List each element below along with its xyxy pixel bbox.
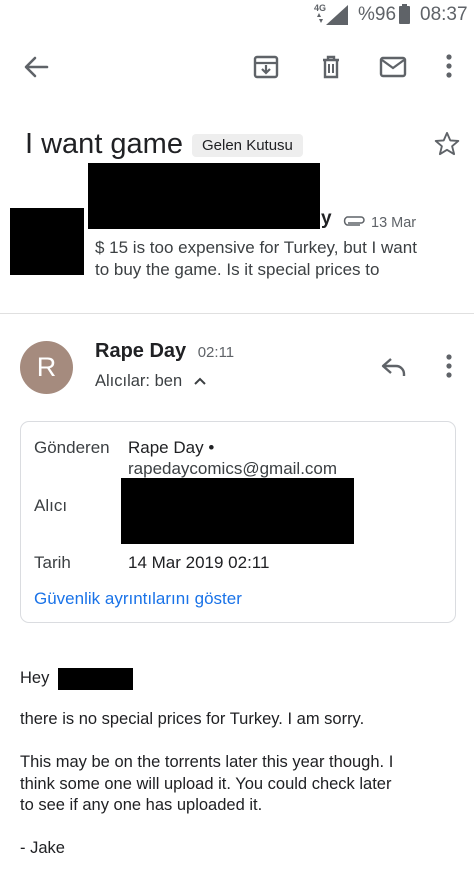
from-email[interactable]: rapedaycomics@gmail.com xyxy=(128,459,337,479)
date-value: 14 Mar 2019 02:11 xyxy=(128,553,270,572)
email-subject: I want game xyxy=(25,128,183,160)
body-paragraph-2-line-2: think some one will upload it. You could… xyxy=(20,774,392,793)
trash-icon[interactable] xyxy=(317,53,345,81)
security-details-link[interactable]: Güvenlik ayrıntılarını göster xyxy=(34,589,242,609)
redacted-avatar xyxy=(10,208,84,275)
battery-icon xyxy=(399,4,410,24)
back-arrow-icon[interactable] xyxy=(22,53,50,81)
redacted-sender-name xyxy=(88,163,320,229)
body-paragraph-2: This may be on the torrents later this y… xyxy=(20,752,393,817)
snippet-line-2: to buy the game. Is it special prices to xyxy=(95,260,380,279)
recipients-label: Alıcılar: ben xyxy=(95,372,183,390)
message-divider xyxy=(0,313,474,314)
chevron-up-icon xyxy=(194,377,206,385)
clock: 08:37 xyxy=(420,4,468,25)
body-paragraph-2-line-3: to see if any one has uploaded it. xyxy=(20,796,263,814)
greeting: Hey xyxy=(20,669,50,687)
sender-line: Rape Day 02:11 xyxy=(95,340,234,363)
attachment-icon xyxy=(343,216,365,226)
recipients-toggle[interactable]: Alıcılar: ben xyxy=(95,372,207,391)
from-name: Rape Day • xyxy=(128,438,215,457)
redacted-recipient xyxy=(121,478,354,544)
message-time: 02:11 xyxy=(197,344,235,361)
body-line-1: there is no special prices for Turkey. I… xyxy=(20,710,365,728)
sender-name: Rape Day xyxy=(95,340,187,362)
to-label: Alıcı xyxy=(34,496,68,515)
avatar[interactable]: R xyxy=(20,341,73,394)
archive-icon[interactable] xyxy=(252,53,280,81)
network-type: 4G xyxy=(314,3,327,13)
reply-icon[interactable] xyxy=(380,355,408,379)
message-more-vert-icon[interactable] xyxy=(442,354,456,380)
sender-name-tail: y xyxy=(321,208,332,229)
more-vert-icon[interactable] xyxy=(442,54,456,80)
body-paragraph-2-line-1: This may be on the torrents later this y… xyxy=(20,753,394,771)
data-arrows-icon xyxy=(317,13,323,23)
status-bar: 4G %96 08:37 xyxy=(0,0,474,30)
date-label: Tarih xyxy=(34,553,71,572)
label-chip[interactable]: Gelen Kutusu xyxy=(192,134,303,157)
previous-message-date: 13 Mar xyxy=(371,215,417,231)
star-outline-icon[interactable] xyxy=(433,130,461,158)
redacted-recipient-name xyxy=(58,668,133,690)
previous-message-snippet: $ 15 is too expensive for Turkey, but I … xyxy=(95,237,455,281)
snippet-line-1: $ 15 is too expensive for Turkey, but I … xyxy=(95,238,417,257)
signal-icon xyxy=(326,5,348,25)
from-label: Gönderen xyxy=(34,438,110,457)
battery-percent: %96 xyxy=(358,4,397,25)
mail-icon[interactable] xyxy=(379,53,407,81)
signature: - Jake xyxy=(20,839,65,857)
